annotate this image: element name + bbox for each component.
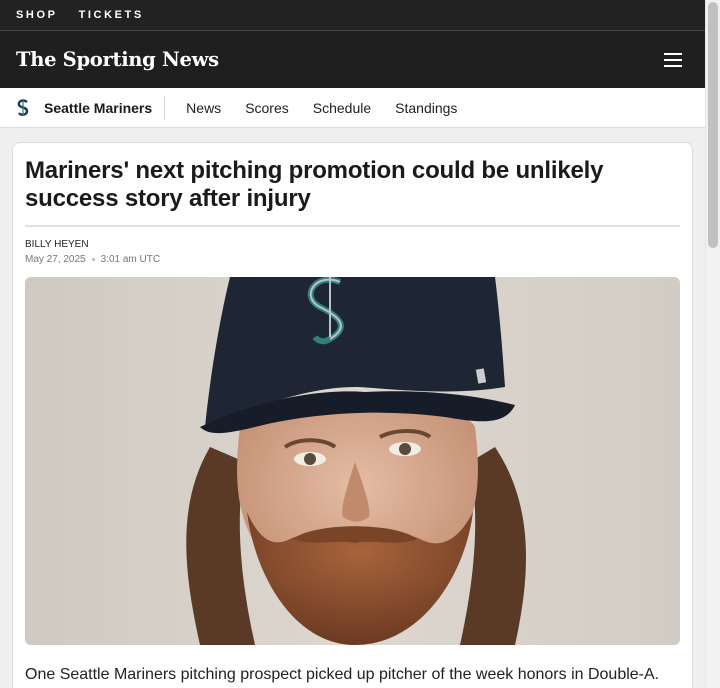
- scrollbar-thumb[interactable]: [708, 2, 718, 248]
- nav-news[interactable]: News: [186, 100, 221, 116]
- article-headline: Mariners' next pitching promotion could …: [25, 157, 680, 227]
- publish-time: 3:01 am UTC: [100, 254, 161, 265]
- team-nav: Seattle Mariners News Scores Schedule St…: [0, 88, 705, 128]
- author-byline[interactable]: BILLY HEYEN: [25, 239, 680, 250]
- nav-standings[interactable]: Standings: [395, 100, 457, 116]
- hamburger-menu-icon[interactable]: [664, 52, 682, 67]
- content-area: SHOP TICKETS The Sporting News Seattle M…: [0, 0, 705, 688]
- page-scrollbar[interactable]: [705, 0, 720, 688]
- article-lede: One Seattle Mariners pitching prospect p…: [25, 666, 660, 683]
- shop-link[interactable]: SHOP: [16, 9, 58, 21]
- article-meta: May 27, 2025 3:01 am UTC: [25, 254, 680, 265]
- tickets-link[interactable]: TICKETS: [79, 9, 144, 21]
- player-portrait: [25, 277, 680, 645]
- nav-schedule[interactable]: Schedule: [313, 100, 371, 116]
- team-home-link[interactable]: Seattle Mariners: [0, 95, 166, 120]
- nav-scores[interactable]: Scores: [245, 100, 289, 116]
- utility-bar: SHOP TICKETS: [0, 0, 705, 31]
- mariners-logo-icon: [16, 98, 30, 117]
- hero-image: [25, 277, 680, 645]
- separator-dot: [91, 258, 95, 261]
- page: SHOP TICKETS The Sporting News Seattle M…: [0, 0, 720, 688]
- team-nav-links: News Scores Schedule Standings: [186, 100, 457, 116]
- publish-date: May 27, 2025: [25, 254, 86, 265]
- article-card: Mariners' next pitching promotion could …: [12, 142, 693, 688]
- brand-header: The Sporting News: [0, 31, 705, 88]
- site-logo[interactable]: The Sporting News: [16, 48, 219, 71]
- team-name: Seattle Mariners: [44, 99, 153, 116]
